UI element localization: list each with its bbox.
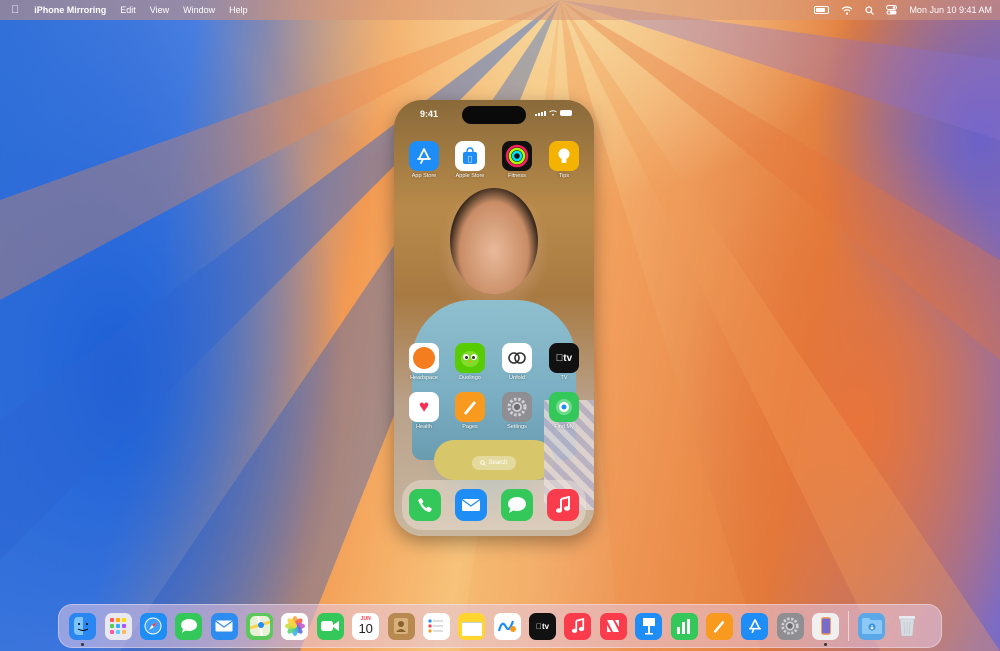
numbers-icon[interactable]: [670, 612, 698, 640]
fitness-rings-icon: [502, 141, 532, 171]
app-tips[interactable]: Tips: [549, 141, 579, 179]
app-app-store[interactable]: App Store: [409, 141, 439, 179]
app-apple-store[interactable]:  Apple Store: [455, 141, 485, 179]
phone-dock: [402, 480, 586, 530]
control-center-icon[interactable]: [886, 5, 898, 15]
pages-icon[interactable]: [705, 612, 733, 640]
app-tv[interactable]: tv TV: [549, 343, 579, 381]
wallpaper-photo-person-head: [450, 188, 538, 294]
finder-icon[interactable]: [69, 612, 97, 646]
menu-view[interactable]: View: [143, 0, 176, 20]
contacts-icon[interactable]: [387, 612, 415, 640]
app-settings[interactable]: Settings: [502, 392, 532, 430]
app-label: Duolingo: [459, 375, 481, 381]
app-label: Headspace: [410, 375, 438, 381]
app-store-icon: [409, 141, 439, 171]
menu-datetime[interactable]: Mon Jun 10 9:41 AM: [909, 5, 992, 15]
dock-separator: [848, 611, 850, 641]
music-icon[interactable]: [564, 612, 592, 640]
freeform-icon[interactable]: [493, 612, 521, 640]
keynote-icon[interactable]: [635, 612, 663, 640]
system-settings-icon[interactable]: [776, 612, 804, 640]
app-label: Health: [416, 424, 432, 430]
menu-help[interactable]: Help: [222, 0, 255, 20]
app-pages[interactable]: Pages: [455, 392, 485, 430]
app-label: Tips: [558, 173, 570, 179]
settings-gear-icon: [502, 392, 532, 422]
home-search-pill[interactable]: Search: [472, 456, 516, 470]
menu-edit[interactable]: Edit: [113, 0, 143, 20]
app-label: Unfold: [509, 375, 525, 381]
app-duolingo[interactable]: Duolingo: [455, 343, 485, 381]
apple-tv-icon[interactable]: tv: [529, 612, 557, 640]
phone-battery-icon: [560, 110, 572, 116]
iphone-mirroring-window[interactable]: 9:41 App Store  Apple Store Fitness Tip…: [394, 100, 594, 536]
battery-icon[interactable]: [814, 6, 830, 14]
mac-dock: JUN 10 tv: [58, 604, 942, 648]
menu-app-name[interactable]: iPhone Mirroring: [27, 0, 113, 20]
app-label: Settings: [507, 424, 527, 430]
dynamic-island: [462, 106, 526, 124]
phone-wifi-icon: [549, 110, 557, 116]
facetime-icon[interactable]: [316, 612, 344, 640]
menu-bar:  iPhone Mirroring Edit View Window Help…: [0, 0, 1000, 20]
mail-icon[interactable]: [210, 612, 238, 640]
apple-store-bag-icon: : [455, 141, 485, 171]
app-fitness[interactable]: Fitness: [502, 141, 532, 179]
apple-tv-icon: tv: [549, 343, 579, 373]
menu-window[interactable]: Window: [176, 0, 222, 20]
headspace-icon: [409, 343, 439, 373]
spotlight-search-icon[interactable]: [865, 5, 875, 15]
mail-icon[interactable]: [455, 489, 487, 521]
app-headspace[interactable]: Headspace: [409, 343, 439, 381]
messages-icon[interactable]: [175, 612, 203, 640]
unfold-icon: [502, 343, 532, 373]
search-label: Search: [488, 460, 508, 466]
reminders-icon[interactable]: [422, 612, 450, 640]
svg-text:: : [468, 155, 472, 163]
app-find-my[interactable]: Find My: [549, 392, 579, 430]
app-health[interactable]: ♥ Health: [409, 392, 439, 430]
app-label: App Store: [411, 173, 437, 179]
cellular-signal-icon: [535, 110, 546, 116]
trash-icon[interactable]: [894, 613, 921, 640]
app-label: Find My: [554, 424, 574, 430]
notes-icon[interactable]: [458, 612, 486, 640]
downloads-folder-icon[interactable]: [858, 612, 886, 640]
wifi-icon[interactable]: [841, 5, 853, 15]
tips-lightbulb-icon: [549, 141, 579, 171]
apple-logo-icon[interactable]: : [0, 0, 27, 20]
safari-icon[interactable]: [139, 612, 167, 640]
app-unfold[interactable]: Unfold: [502, 343, 532, 381]
iphone-mirroring-icon[interactable]: [812, 612, 840, 646]
find-my-icon: [549, 392, 579, 422]
photos-icon[interactable]: [281, 612, 309, 640]
search-icon: [480, 460, 487, 466]
calendar-icon[interactable]: JUN 10: [352, 612, 380, 640]
calendar-day: 10: [358, 621, 373, 636]
health-heart-icon: ♥: [409, 392, 439, 422]
app-label: Pages: [462, 424, 478, 430]
phone-icon[interactable]: [409, 489, 441, 521]
maps-icon[interactable]: [246, 612, 274, 640]
app-store-icon[interactable]: [741, 612, 769, 640]
app-label: TV: [560, 375, 568, 381]
app-label: Fitness: [508, 173, 526, 179]
music-icon[interactable]: [547, 489, 579, 521]
phone-status-time: 9:41: [420, 109, 439, 119]
app-label: Apple Store: [455, 173, 485, 179]
news-icon[interactable]: [599, 612, 627, 640]
pages-icon: [455, 392, 485, 422]
messages-icon[interactable]: [501, 489, 533, 521]
duolingo-icon: [455, 343, 485, 373]
launchpad-icon[interactable]: [104, 612, 132, 640]
